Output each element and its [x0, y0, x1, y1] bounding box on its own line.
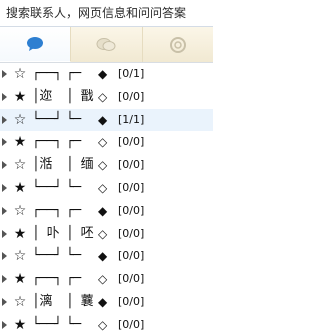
diamond-icon: ◆ [98, 67, 108, 81]
nickname-part-right: └─ [66, 316, 81, 331]
list-item[interactable]: ★ │迩 │ 戬 ◇ [0/0] [0, 86, 213, 109]
expand-arrow-icon[interactable] [2, 275, 7, 284]
nickname-part-left: └──┘ [32, 248, 62, 264]
nickname-part-right: ┌─ [66, 202, 81, 218]
star-icon: ☆ [13, 202, 27, 219]
list-item[interactable]: ★ ┌──┐ ┌─ ◇ [0/0] [0, 268, 213, 291]
diamond-icon: ◇ [98, 272, 108, 287]
expand-arrow-icon[interactable] [2, 183, 7, 192]
nickname-part-right: └─ [66, 248, 81, 264]
online-count: [0/0] [118, 249, 145, 263]
tab-recent[interactable] [142, 27, 213, 62]
star-icon: ☆ [13, 111, 27, 128]
online-count: [1/1] [118, 112, 145, 126]
nickname-part-right: │ 蘘 [66, 293, 94, 309]
search-input[interactable] [4, 3, 213, 23]
nickname-part-left: │迩 [32, 88, 60, 104]
diamond-icon: ◇ [98, 158, 108, 173]
diamond-icon: ◇ [98, 180, 108, 195]
star-icon: ★ [13, 88, 27, 105]
nickname-part-right: └─ [66, 111, 81, 127]
online-count: [0/1] [118, 67, 145, 80]
nickname-part-left: └──┘ [32, 179, 62, 195]
chat-bubble-icon [27, 37, 44, 51]
star-icon: ★ [13, 316, 27, 331]
list-item[interactable]: ★ └──┘ └─ ◇ [0/0] [0, 177, 213, 200]
expand-arrow-icon[interactable] [2, 252, 7, 261]
star-icon: ☆ [13, 293, 27, 310]
nickname-part-left: └──┘ [32, 316, 62, 331]
expand-arrow-icon[interactable] [2, 92, 7, 101]
contact-list: ☆ ┌──┐ ┌─ ◆ [0/1] ★ │迩 │ 戬 ◇ [0/0] ☆ └──┘ └─ ◆ [1/1] ★… [0, 63, 213, 331]
star-icon: ★ [13, 225, 27, 242]
expand-arrow-icon[interactable] [2, 206, 7, 215]
star-icon: ☆ [13, 248, 27, 265]
online-count: [0/0] [118, 203, 145, 217]
nickname-part-left: │漓 [32, 293, 60, 309]
expand-arrow-icon[interactable] [2, 115, 7, 124]
nickname-part-left: ┌──┐ [32, 134, 62, 150]
nickname-part-right: │ 戬 [66, 88, 94, 104]
list-item[interactable]: ★ ┌──┐ ┌─ ◇ [0/0] [0, 131, 213, 154]
nickname-part-left: ┌──┐ [32, 66, 62, 81]
diamond-icon: ◆ [98, 112, 108, 127]
diamond-icon: ◆ [98, 294, 108, 309]
expand-arrow-icon[interactable] [2, 161, 7, 170]
expand-arrow-icon[interactable] [2, 70, 7, 78]
list-item[interactable]: ☆ └──┘ └─ ◆ [0/0] [0, 245, 213, 268]
diamond-icon: ◇ [98, 226, 108, 241]
diamond-icon: ◇ [98, 135, 108, 150]
nickname-part-left: └──┘ [32, 111, 62, 127]
list-item[interactable]: ☆ └──┘ └─ ◆ [1/1] [0, 108, 213, 132]
ring-icon [169, 36, 186, 53]
star-icon: ★ [13, 271, 27, 288]
nickname-part-left: │ 卟 [32, 225, 67, 241]
nickname-part-right: └─ [66, 179, 81, 195]
online-count: [0/0] [118, 180, 145, 194]
online-count: [0/0] [118, 158, 145, 172]
list-item[interactable]: ☆ │漓 │ 蘘 ◆ [0/0] [0, 291, 213, 314]
expand-arrow-icon[interactable] [2, 320, 7, 329]
tab-groups[interactable] [71, 27, 143, 62]
star-icon: ★ [13, 134, 27, 151]
nickname-part-right: ┌─ [66, 66, 81, 81]
tab-contacts[interactable] [0, 27, 72, 62]
online-count: [0/0] [118, 294, 145, 308]
nickname-part-right: ┌─ [66, 134, 81, 150]
nickname-part-left: │湉 [32, 157, 60, 173]
diamond-icon: ◆ [98, 249, 108, 264]
nickname-part-left: ┌──┐ [32, 271, 62, 287]
double-bubble-icon [96, 37, 116, 51]
nickname-part-right: ┌─ [66, 271, 81, 287]
list-item[interactable]: ☆ ┌──┐ ┌─ ◆ [0/0] [0, 200, 213, 223]
diamond-icon: ◇ [98, 89, 108, 104]
star-icon: ☆ [13, 66, 27, 82]
online-count: [0/0] [118, 135, 145, 149]
online-count: [0/0] [118, 226, 145, 240]
online-count: [0/0] [118, 272, 145, 286]
diamond-icon: ◆ [98, 203, 108, 218]
online-count: [0/0] [118, 89, 145, 103]
list-item[interactable]: ★ └──┘ └─ ◇ [0/0] [0, 314, 213, 331]
star-icon: ★ [13, 179, 27, 196]
list-item[interactable]: ☆ │湉 │ 缅 ◇ [0/0] [0, 154, 213, 177]
nickname-part-right: │ 呸 [66, 225, 94, 241]
expand-arrow-icon[interactable] [2, 297, 7, 306]
diamond-icon: ◇ [98, 317, 108, 331]
nickname-part-right: │ 缅 [66, 157, 94, 173]
search-bar [0, 0, 213, 27]
star-icon: ☆ [13, 157, 27, 174]
expand-arrow-icon[interactable] [2, 229, 7, 238]
list-item[interactable]: ☆ ┌──┐ ┌─ ◆ [0/1] [0, 63, 213, 86]
tab-strip [0, 27, 213, 63]
nickname-part-left: ┌──┐ [32, 202, 62, 218]
online-count: [0/0] [118, 317, 145, 331]
expand-arrow-icon[interactable] [2, 138, 7, 147]
list-item[interactable]: ★ │ 卟 │ 呸 ◇ [0/0] [0, 223, 213, 246]
